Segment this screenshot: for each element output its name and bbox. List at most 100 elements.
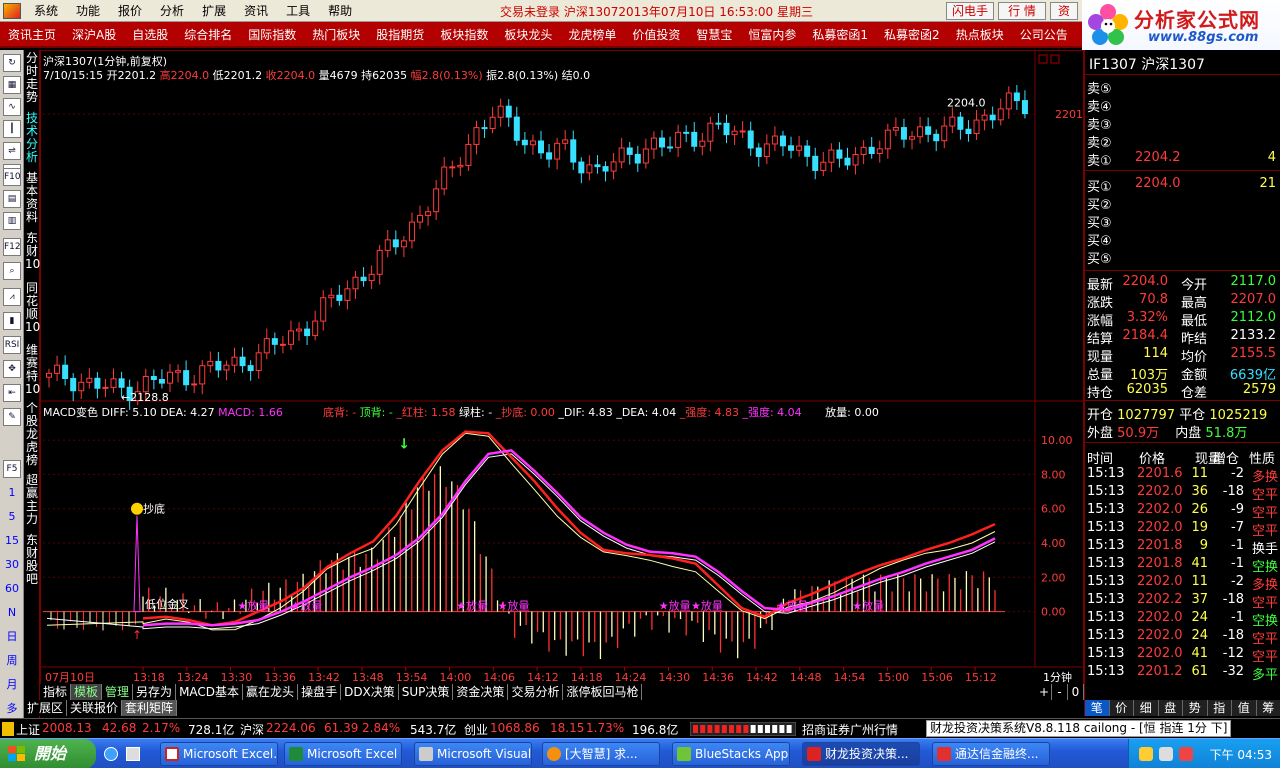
toolbar-sector-index[interactable]: 板块指数 <box>432 26 496 43</box>
kline-icon[interactable]: ┃ <box>3 120 21 138</box>
period-1min[interactable]: 1 <box>2 486 22 499</box>
indicator-icon[interactable]: ⩘ <box>3 288 21 306</box>
clock[interactable]: 下午 04:53 <box>1210 746 1272 763</box>
menu-info[interactable]: 资讯 <box>235 2 277 19</box>
ie-icon[interactable] <box>104 747 118 761</box>
tab-manage[interactable]: 管理 <box>102 684 134 700</box>
tray-network-icon[interactable] <box>1159 747 1173 761</box>
vtab-fundamental[interactable]: 基本资料 <box>25 172 39 224</box>
quote-tab[interactable]: 势 <box>1183 700 1208 716</box>
vtab-technical[interactable]: 技术分析 <box>25 112 39 164</box>
tab-trade-analysis[interactable]: 交易分析 <box>508 684 564 700</box>
toolbar-dragon-tiger[interactable]: 龙虎榜单 <box>560 26 624 43</box>
vtab-guba[interactable]: 东财股吧 <box>25 534 39 586</box>
period-day[interactable]: 日 <box>2 630 22 643</box>
tray-security-icon[interactable] <box>1179 747 1193 761</box>
period-week[interactable]: 周 <box>2 654 22 667</box>
market-button[interactable]: 行 情 <box>998 2 1046 20</box>
chart-area[interactable]: 2201 2204.0 ←2128.8 10.00 8.00 6.00 4.00 2.00 0.… <box>40 50 1084 686</box>
toolbar-private1[interactable]: 私募密函1 <box>804 26 876 43</box>
toolbar-announce[interactable]: 公司公告 <box>1012 26 1076 43</box>
vtab-weisaite[interactable]: 维赛特10 <box>25 344 40 396</box>
vtab-intraday[interactable]: 分时走势 <box>25 52 39 104</box>
toolbar-intl-index[interactable]: 国际指数 <box>240 26 304 43</box>
task-dazhihui[interactable]: [大智慧] 求... <box>542 742 660 766</box>
menu-help[interactable]: 帮助 <box>319 2 361 19</box>
period-15min[interactable]: 15 <box>2 534 22 547</box>
menu-quote[interactable]: 报价 <box>109 2 151 19</box>
toolbar-insider[interactable]: 恒富内参 <box>740 26 804 43</box>
back-icon[interactable]: ⇤ <box>3 384 21 402</box>
flash-trade-button[interactable]: 闪电手 <box>946 2 994 20</box>
period-multi[interactable]: 多 <box>2 702 22 715</box>
period-month[interactable]: 月 <box>2 678 22 691</box>
menu-system[interactable]: 系统 <box>25 2 67 19</box>
quote-tab[interactable]: 盘 <box>1159 700 1183 716</box>
tab-ddx[interactable]: DDX决策 <box>341 684 399 700</box>
vtab-dragon-tiger[interactable]: 个股龙虎榜 <box>25 402 39 467</box>
f5-icon[interactable]: F5 <box>3 460 21 478</box>
toolbar-a-shares[interactable]: 深沪A股 <box>64 26 124 43</box>
info-button[interactable]: 资 <box>1050 2 1078 20</box>
toolbar-value-invest[interactable]: 价值投资 <box>624 26 688 43</box>
tab-win-leader[interactable]: 赢在龙头 <box>243 684 299 700</box>
quote-tab[interactable]: 指 <box>1208 700 1232 716</box>
task-cailong[interactable]: 财龙投资决策... <box>802 742 920 766</box>
quote-tab[interactable]: 值 <box>1232 700 1257 716</box>
toolbar-sector-leader[interactable]: 板块龙头 <box>496 26 560 43</box>
toolbar-watchlist[interactable]: 自选股 <box>124 26 176 43</box>
refresh-icon[interactable]: ↻ <box>3 54 21 72</box>
toolbar-more[interactable]: 金 <box>1076 26 1082 43</box>
line-chart-icon[interactable]: ∿ <box>3 98 21 116</box>
start-button[interactable]: 開始 <box>0 739 96 768</box>
period-n[interactable]: N <box>2 606 22 619</box>
zoom-reset-button[interactable]: 0 <box>1068 684 1084 700</box>
toolbar-wisdom[interactable]: 智慧宝 <box>688 26 740 43</box>
volume-icon[interactable]: ▮ <box>3 312 21 330</box>
toolbar-hot-sector[interactable]: 热门板块 <box>304 26 368 43</box>
tab-arbitrage[interactable]: 套利矩阵 <box>122 700 178 716</box>
news-icon[interactable]: ▤ <box>3 190 21 208</box>
tab-saveas[interactable]: 另存为 <box>133 684 177 700</box>
zoom-in-button[interactable]: + <box>1036 684 1052 700</box>
task-excel-2[interactable]: Microsoft Excel ... <box>284 742 402 766</box>
table-icon[interactable]: ▦ <box>3 76 21 94</box>
quote-tab[interactable]: 价 <box>1110 700 1134 716</box>
menu-extend[interactable]: 扩展 <box>193 2 235 19</box>
tab-trader[interactable]: 操盘手 <box>298 684 342 700</box>
tab-template[interactable]: 模板 <box>71 684 103 700</box>
task-excel-1[interactable]: Microsoft Excel... <box>160 742 278 766</box>
toolbar-ranking[interactable]: 综合排名 <box>176 26 240 43</box>
period-30min[interactable]: 30 <box>2 558 22 571</box>
period-5min[interactable]: 5 <box>2 510 22 523</box>
tab-indicator[interactable]: 指标 <box>40 684 72 700</box>
tab-related-quote[interactable]: 关联报价 <box>67 700 123 716</box>
window-title-box[interactable]: 财龙投资决策系统V8.8.118 cailong - [恒 指连 1分 下] <box>926 720 1232 737</box>
tray-app-icon[interactable] <box>1139 747 1153 761</box>
quote-tab[interactable]: 细 <box>1134 700 1159 716</box>
toolbar-index-futures[interactable]: 股指期货 <box>368 26 432 43</box>
vtab-tonghuashun[interactable]: 同花顺10 <box>25 282 40 334</box>
move-icon[interactable]: ✥ <box>3 360 21 378</box>
period-60min[interactable]: 60 <box>2 582 22 595</box>
quote-tab[interactable]: 笔 <box>1085 700 1110 716</box>
toolbar-hot-block[interactable]: 热点板块 <box>948 26 1012 43</box>
f10-icon[interactable]: F10 <box>3 168 21 186</box>
tab-capital[interactable]: 资金决策 <box>453 684 509 700</box>
vtab-eastmoney[interactable]: 东财10 <box>25 232 40 271</box>
zoom-out-button[interactable]: - <box>1052 684 1068 700</box>
task-visual[interactable]: Microsoft Visual... <box>414 742 532 766</box>
tab-limit-up[interactable]: 涨停板回马枪 <box>563 684 643 700</box>
draw-icon[interactable]: ✎ <box>3 408 21 426</box>
tab-macd-basic[interactable]: MACD基本 <box>176 684 244 700</box>
zoom-icon[interactable]: ⌕ <box>3 262 21 280</box>
rsi-icon[interactable]: RSI <box>3 336 21 354</box>
quote-tab[interactable]: 筹 <box>1257 700 1280 716</box>
task-tongdaxin[interactable]: 通达信金融终... <box>932 742 1050 766</box>
tab-extend-area[interactable]: 扩展区 <box>24 700 68 716</box>
toolbar-private2[interactable]: 私募密函2 <box>876 26 948 43</box>
f12-icon[interactable]: F12 <box>3 238 21 256</box>
menu-tools[interactable]: 工具 <box>277 2 319 19</box>
menu-function[interactable]: 功能 <box>67 2 109 19</box>
toolbar-news-home[interactable]: 资讯主页 <box>0 26 64 43</box>
